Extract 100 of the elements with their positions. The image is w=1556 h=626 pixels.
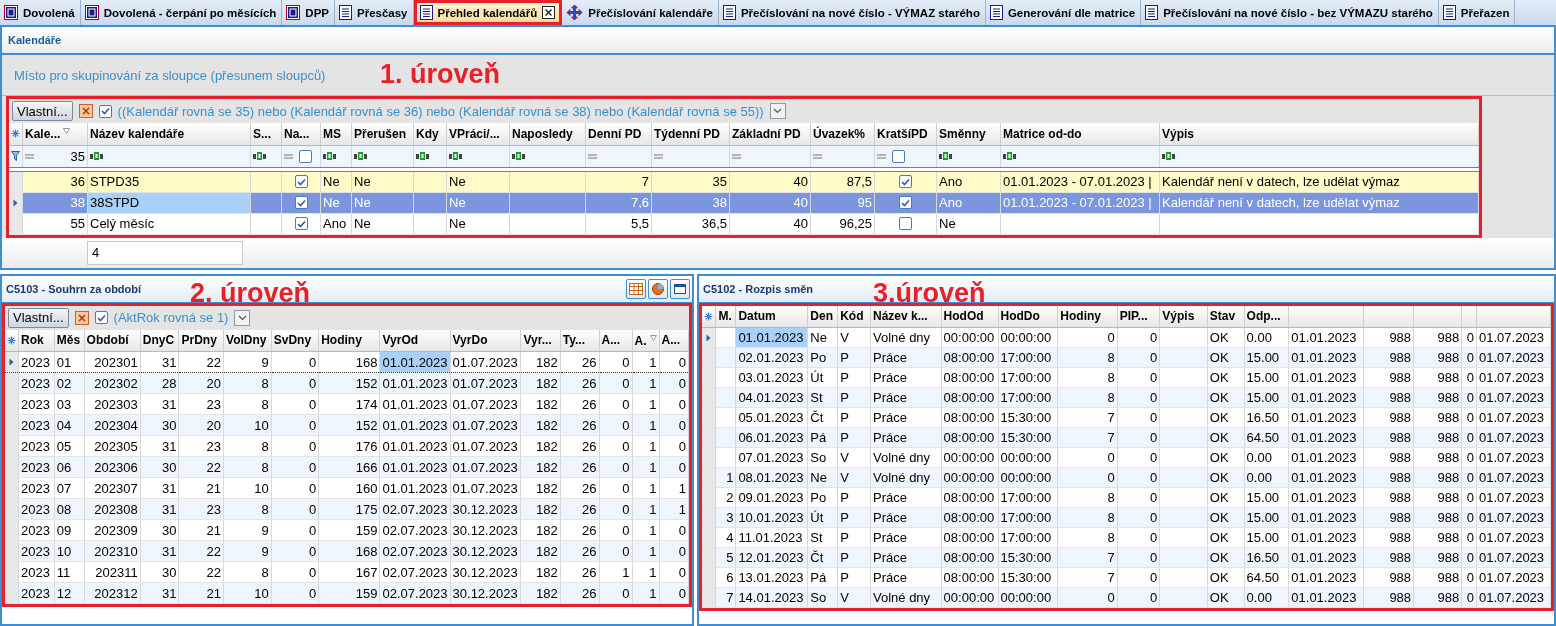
tab[interactable]: DPP — [282, 0, 335, 25]
column-header[interactable]: Rok — [18, 329, 55, 352]
column-header[interactable]: Denní PD — [585, 123, 652, 145]
row-header[interactable] — [5, 351, 19, 373]
column-header[interactable]: Směnny — [936, 123, 1001, 145]
text-filter-icon — [1003, 152, 1017, 160]
column-header[interactable]: M. — [715, 305, 736, 328]
checkbox[interactable] — [899, 175, 912, 188]
column-header[interactable] — [1476, 305, 1551, 328]
column-header[interactable]: PrDny — [179, 329, 224, 352]
table-cell: OK — [1207, 567, 1245, 588]
column-header[interactable]: Vyr... — [520, 329, 561, 352]
column-header[interactable]: VyrDo — [450, 329, 521, 352]
column-header[interactable]: A... — [659, 329, 689, 352]
clear-filter-icon[interactable] — [78, 104, 93, 118]
column-header[interactable]: Naposledy — [509, 123, 586, 145]
clear-filter-icon[interactable] — [74, 310, 89, 325]
row-header[interactable] — [702, 327, 716, 348]
table-cell: 26 — [560, 519, 600, 541]
column-header[interactable] — [1288, 305, 1364, 328]
column-header[interactable]: VolDny — [223, 329, 272, 352]
table-cell: 0 — [1461, 567, 1477, 588]
tab[interactable]: Dovolená - čerpání po měsících — [80, 0, 283, 25]
column-header[interactable]: Odp... — [1244, 305, 1289, 328]
table-button[interactable] — [626, 278, 646, 299]
column-header[interactable]: HodOd — [941, 305, 999, 328]
column-header[interactable]: MS — [320, 123, 352, 145]
column-header[interactable]: Výpis — [1159, 123, 1479, 145]
row-header[interactable] — [9, 192, 23, 213]
column-header[interactable]: VPráci/... — [446, 123, 510, 145]
dropdown-button[interactable] — [234, 309, 251, 326]
checkbox[interactable] — [294, 175, 308, 188]
column-header[interactable]: Datum — [735, 305, 808, 328]
checkbox[interactable] — [294, 196, 308, 209]
column-header[interactable]: Stav — [1207, 305, 1245, 328]
column-header[interactable]: Ty... — [560, 329, 600, 352]
text-filter-icon — [416, 152, 430, 160]
column-header[interactable]: A... — [599, 329, 632, 352]
table-cell: 0 — [1461, 407, 1477, 428]
column-header[interactable]: Úvazek% — [810, 123, 875, 145]
tab[interactable]: Přečíslování kalendáře — [562, 0, 719, 25]
column-header[interactable]: Název k... — [870, 305, 942, 328]
column-header[interactable]: PIP... — [1117, 305, 1160, 328]
table-cell: 8 — [223, 435, 272, 457]
column-header[interactable]: Přerušen — [351, 123, 414, 145]
table-cell: 1 — [659, 477, 689, 499]
custom-filter-button[interactable]: Vlastní... — [8, 307, 69, 328]
table-cell: 2023 — [18, 372, 55, 394]
checkbox[interactable] — [299, 149, 312, 163]
table-cell: 30.12.2023 — [450, 561, 521, 583]
checkbox[interactable] — [98, 104, 112, 118]
column-header[interactable]: Kód — [837, 305, 871, 328]
tab[interactable]: Přečíslování na nové číslo - VÝMAZ starého — [718, 0, 986, 25]
close-icon[interactable] — [542, 6, 556, 19]
column-header[interactable]: Období — [84, 329, 141, 352]
table-cell: 01.01.2023 — [1288, 527, 1364, 548]
column-header[interactable]: Název kalendáře — [87, 123, 251, 145]
column-header[interactable]: Kdy — [413, 123, 447, 145]
column-header[interactable]: KratšíPD — [874, 123, 937, 145]
column-header[interactable]: SvDny — [271, 329, 319, 352]
column-header[interactable]: HodDo — [998, 305, 1058, 328]
column-header[interactable]: DnyC — [140, 329, 179, 352]
checkbox[interactable] — [899, 217, 912, 230]
tab[interactable]: Přehled kalendářů — [413, 0, 563, 25]
column-header[interactable]: Výpis — [1159, 305, 1208, 328]
table-cell: 9 — [223, 351, 272, 373]
column-header[interactable] — [1413, 305, 1462, 328]
table-cell: OK — [1207, 527, 1245, 548]
dropdown-button[interactable] — [769, 103, 786, 119]
checkbox[interactable] — [899, 196, 912, 209]
column-header[interactable]: Měs — [54, 329, 85, 352]
custom-filter-button[interactable]: Vlastní... — [12, 101, 73, 121]
table-cell: Pá — [807, 567, 838, 588]
checkbox[interactable] — [892, 149, 905, 163]
column-header[interactable]: Týdenní PD — [651, 123, 730, 145]
column-header[interactable]: Hodiny — [318, 329, 380, 352]
table-cell: 8 — [223, 393, 272, 415]
column-header[interactable]: VyrOd — [380, 329, 451, 352]
table-cell: 0 — [599, 351, 632, 373]
column-header[interactable]: Matrice od-do — [1000, 123, 1160, 145]
table-cell: 176 — [318, 435, 380, 457]
tab[interactable]: Přečíslování na nové číslo - bez VÝMAZU starého — [1141, 0, 1439, 25]
column-header[interactable]: Základní PD — [729, 123, 811, 145]
chart-button[interactable] — [648, 278, 668, 299]
tab[interactable]: Generování dle matrice — [985, 0, 1142, 25]
column-header[interactable]: S... — [250, 123, 282, 145]
window-button[interactable] — [670, 278, 690, 299]
filter-value[interactable]: 35 — [70, 148, 85, 164]
table-cell: 08:00:00 — [941, 527, 999, 548]
table-cell: 174 — [318, 393, 380, 415]
column-header[interactable]: Hodiny — [1057, 305, 1118, 328]
column-header[interactable]: Na... — [281, 123, 321, 145]
tab[interactable]: Přeřazen — [1438, 0, 1516, 25]
tab[interactable]: Přesčasy — [335, 0, 414, 25]
checkbox[interactable] — [294, 217, 308, 230]
column-header[interactable]: Den — [807, 305, 838, 328]
row-header[interactable] — [5, 372, 19, 394]
column-header[interactable] — [1363, 305, 1414, 328]
checkbox[interactable] — [94, 311, 108, 324]
tab[interactable]: Dovolená — [0, 0, 81, 25]
